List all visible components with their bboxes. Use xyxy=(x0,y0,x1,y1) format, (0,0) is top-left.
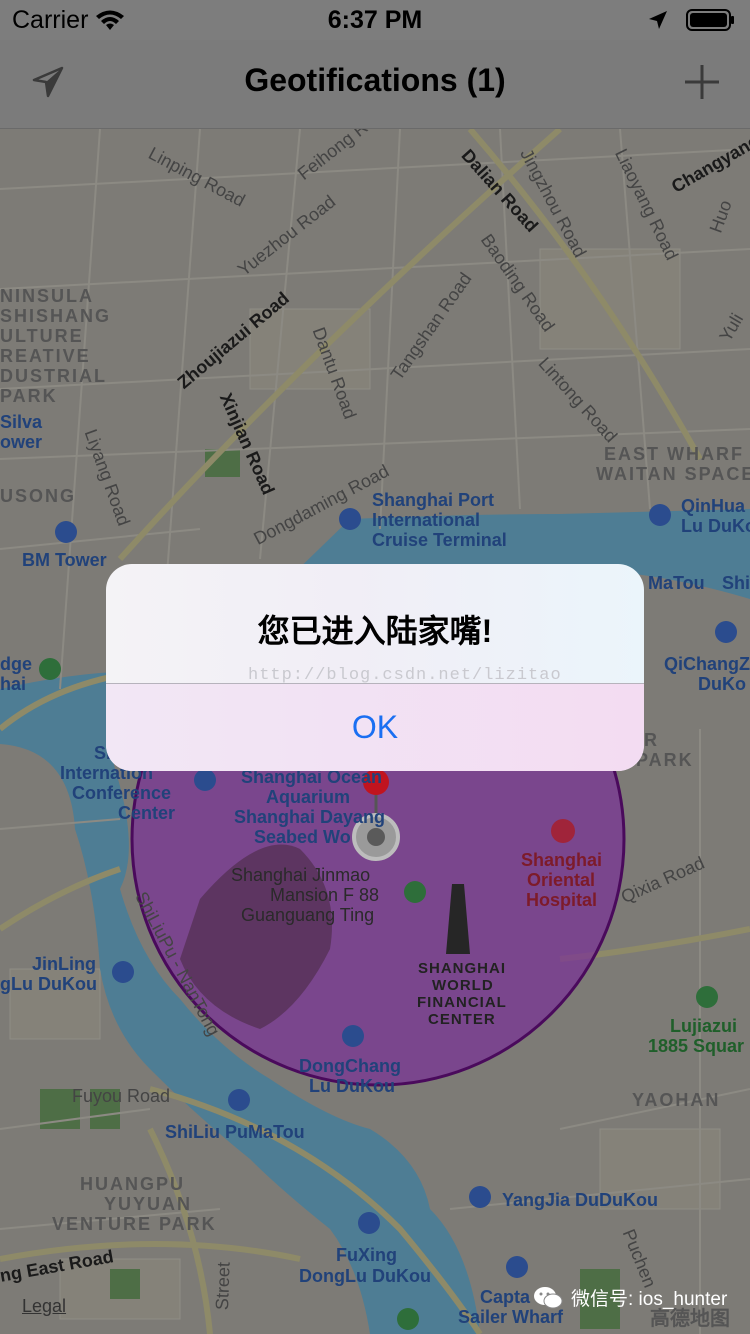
hospital-label: Shanghai xyxy=(521,850,603,870)
page-title: Geotifications (1) xyxy=(244,62,506,98)
poi-label: JinLing xyxy=(32,954,96,974)
poi-label: Capta xyxy=(480,1287,531,1307)
poi-label: DongChang xyxy=(299,1056,401,1076)
district-label: YUYUAN xyxy=(104,1194,193,1214)
district-label: NINSULA xyxy=(0,286,94,306)
road-label: Fuyou Road xyxy=(72,1086,171,1106)
poi-label: Conference xyxy=(72,783,172,803)
battery-icon xyxy=(686,9,734,31)
poi-label: gLu DuKou xyxy=(0,974,97,994)
metro-label: 1885 Squar xyxy=(648,1036,745,1056)
landmark-label: CENTER xyxy=(428,1011,496,1028)
poi-label: QinHua xyxy=(681,496,746,516)
poi-label: ShiLiu PuMaTou xyxy=(165,1122,305,1142)
alert-dialog: 您已进入陆家嘴! http://blog.csdn.net/lizitao OK xyxy=(106,564,644,771)
navigation-bar: Geotifications (1) xyxy=(0,40,750,129)
poi-label: Silva xyxy=(0,412,43,432)
district-label: WAITAN SPACE xyxy=(596,464,750,484)
district-label: PARK xyxy=(0,386,58,406)
district-label: EAST WHARF xyxy=(604,444,744,464)
hospital-label: Hospital xyxy=(526,890,598,910)
district-label: DUSTRIAL xyxy=(0,366,107,386)
alert-title: 您已进入陆家嘴! xyxy=(257,613,493,649)
district-label: R xyxy=(644,730,659,750)
poi-label: Center xyxy=(118,803,176,823)
location-services-icon xyxy=(649,11,667,29)
poi-label: dge xyxy=(0,654,33,674)
district-label: SHISHANG xyxy=(0,306,112,326)
district-label: USONG xyxy=(0,486,77,506)
landmark-label: Mansion F 88 xyxy=(270,885,380,905)
plus-icon[interactable] xyxy=(682,62,722,102)
road-label: Street xyxy=(212,1261,234,1311)
wechat-icon xyxy=(534,1286,563,1308)
poi-label: FuXing xyxy=(336,1245,397,1265)
poi-label: Seabed Wo xyxy=(254,827,351,847)
landmark-label: Guanguang Ting xyxy=(241,905,375,925)
poi-label: MaTou xyxy=(648,573,705,593)
district-label: REATIVE xyxy=(0,346,91,366)
poi-label: QiChangZ xyxy=(664,654,750,674)
poi-label: Aquarium xyxy=(266,787,351,807)
poi-label: Shanghai Port xyxy=(372,490,495,510)
status-time: 6:37 PM xyxy=(327,6,423,34)
metro-label: Lujiazui xyxy=(670,1016,737,1036)
ok-button[interactable]: OK xyxy=(106,684,644,771)
poi-label: YangJia DuDuKou xyxy=(502,1190,659,1210)
poi-label: ower xyxy=(0,432,43,452)
map-provider-logo: 高德地图 xyxy=(650,1308,730,1330)
status-bar: Carrier 6:37 PM xyxy=(0,0,750,40)
district-label: HUANGPU xyxy=(80,1174,186,1194)
district-label: YAOHAN xyxy=(632,1090,721,1110)
landmark-label: Shanghai Jinmao xyxy=(231,865,371,885)
poi-label: hai xyxy=(0,674,27,694)
poi-label: BM Tower xyxy=(22,550,107,570)
legal-link[interactable]: Legal xyxy=(22,1296,66,1317)
hospital-label: Oriental xyxy=(527,870,596,890)
poi-label: International xyxy=(372,510,481,530)
poi-label: DongLu DuKou xyxy=(299,1266,431,1286)
poi-label: Lu DuKou xyxy=(309,1076,395,1096)
poi-label: Cruise Terminal xyxy=(372,530,507,550)
status-right xyxy=(648,8,736,32)
district-label: PARK xyxy=(636,750,694,770)
poi-label: DuKo xyxy=(698,674,746,694)
district-label: ULTURE xyxy=(0,326,84,346)
poi-label: Shanghai Dayang xyxy=(234,807,386,827)
district-label: VENTURE PARK xyxy=(52,1214,217,1234)
poi-label: Lu DuKo xyxy=(681,516,750,536)
poi-label: Shi xyxy=(722,573,750,593)
